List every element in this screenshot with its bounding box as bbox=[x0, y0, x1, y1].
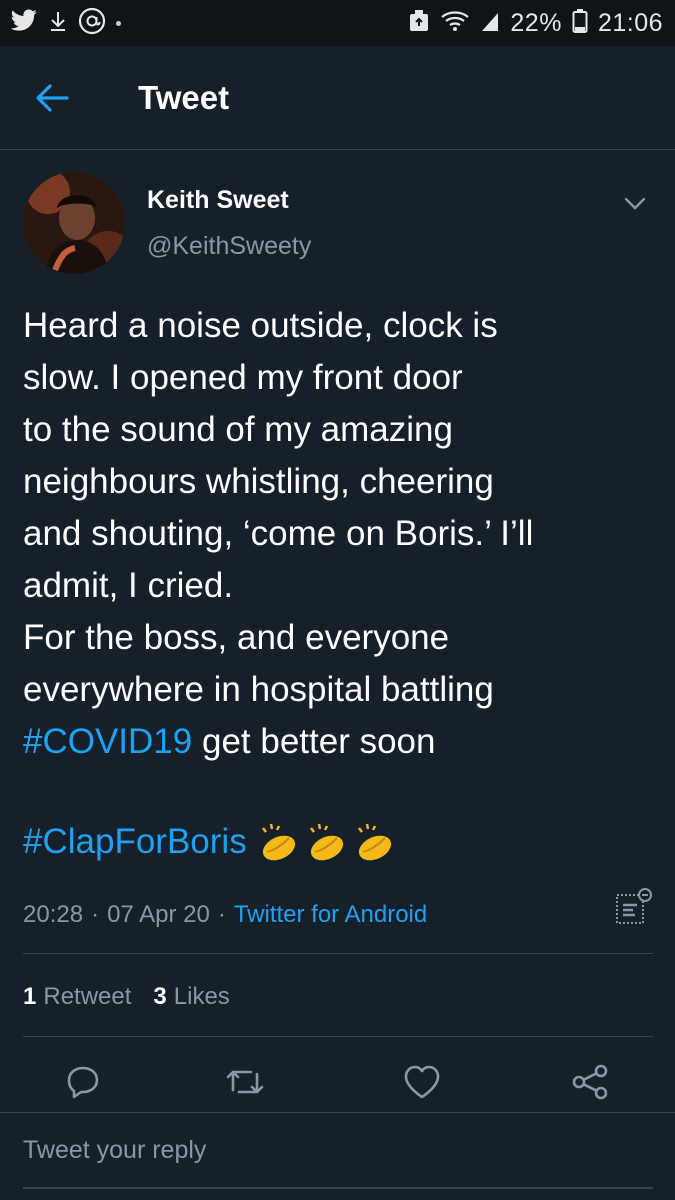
arrow-left-icon bbox=[36, 83, 69, 112]
reply-input[interactable] bbox=[23, 1113, 653, 1189]
avatar[interactable] bbox=[23, 172, 125, 274]
tweet-author: Keith Sweet @KeithSweety bbox=[23, 172, 653, 282]
clap-hashtag-line: #ClapForBoris bbox=[23, 816, 395, 868]
likes-count: 3 bbox=[153, 983, 167, 1010]
tweet-text-line: slow. I opened my front door bbox=[23, 358, 463, 397]
clapping-hands-icon bbox=[261, 823, 295, 861]
tweet-meta: 20:28 · 07 Apr 20 · Twitter for Android bbox=[23, 888, 653, 935]
tweet-text-line: For the boss, and everyone bbox=[23, 618, 450, 657]
notification-dot-icon bbox=[116, 20, 121, 26]
retweets-count: 1 bbox=[23, 983, 37, 1010]
clapping-emojis bbox=[257, 822, 395, 862]
tweet-text-line-covid: #COVID19 get better soon bbox=[23, 716, 653, 768]
battery-icon bbox=[572, 8, 588, 39]
reply-icon bbox=[67, 1066, 99, 1099]
page-title: Tweet bbox=[138, 78, 230, 116]
divider bbox=[23, 1036, 653, 1037]
recycle-icon bbox=[408, 9, 430, 38]
hashtag-covid19-link[interactable]: #COVID19 bbox=[23, 722, 192, 761]
meta-separator: · bbox=[91, 901, 100, 928]
reply-button[interactable] bbox=[63, 1062, 103, 1102]
status-bar-left bbox=[10, 7, 121, 40]
author-handle[interactable]: @KeithSweety bbox=[147, 232, 311, 261]
retweets-label: Retweet bbox=[43, 983, 132, 1010]
tweet-actions bbox=[0, 1050, 675, 1112]
retweets-stat[interactable]: 1 Retweet bbox=[23, 983, 131, 1011]
tweet-text-line: neighbours whistling, cheering bbox=[23, 462, 494, 501]
likes-label: Likes bbox=[173, 983, 230, 1010]
reply-bar bbox=[0, 1112, 675, 1200]
tweet-text-line: admit, I cried. bbox=[23, 566, 234, 605]
author-name[interactable]: Keith Sweet bbox=[147, 186, 289, 215]
tweet-source-link[interactable]: Twitter for Android bbox=[234, 901, 427, 929]
wifi-icon bbox=[440, 9, 470, 38]
at-icon bbox=[78, 7, 106, 40]
tweet-analytics-button[interactable] bbox=[613, 887, 653, 934]
twitter-icon bbox=[10, 8, 38, 38]
tweet-text: Heard a noise outside, clock is slow. I … bbox=[23, 300, 653, 768]
share-button[interactable] bbox=[570, 1062, 610, 1102]
tweet-text-suffix: get better soon bbox=[192, 722, 436, 761]
tweet-text-line: Heard a noise outside, clock is bbox=[23, 306, 498, 345]
analytics-icon bbox=[616, 888, 652, 924]
chevron-down-icon bbox=[624, 197, 646, 210]
clapping-hands-icon bbox=[309, 823, 343, 861]
back-button[interactable] bbox=[22, 68, 82, 128]
tweet-text-line: everywhere in hospital battling bbox=[23, 670, 494, 709]
clock: 21:06 bbox=[597, 8, 663, 37]
tweet-text-line: and shouting, ‘come on Boris.’ I’ll bbox=[23, 514, 534, 553]
hashtag-clapforboris-link[interactable]: #ClapForBoris bbox=[23, 822, 247, 862]
tweet-time: 20:28 bbox=[23, 901, 84, 928]
clapping-hands-icon bbox=[357, 823, 391, 861]
meta-separator: · bbox=[217, 901, 226, 928]
like-button[interactable] bbox=[402, 1062, 442, 1102]
status-bar-right: 22% 21:06 bbox=[408, 8, 663, 39]
tweet-stats: 1 Retweet 3 Likes bbox=[23, 977, 230, 1017]
tweet-date: 07 Apr 20 bbox=[107, 901, 210, 928]
divider bbox=[23, 953, 653, 954]
download-icon bbox=[48, 9, 68, 38]
signal-icon bbox=[480, 9, 500, 38]
status-bar: 22% 21:06 bbox=[0, 0, 675, 46]
likes-stat[interactable]: 3 Likes bbox=[153, 983, 229, 1011]
retweet-button[interactable] bbox=[225, 1062, 265, 1102]
tweet-text-line: to the sound of my amazing bbox=[23, 410, 453, 449]
battery-percent: 22% bbox=[510, 8, 562, 37]
retweet-icon bbox=[226, 1070, 264, 1094]
top-app-bar: Tweet bbox=[0, 46, 675, 150]
heart-icon bbox=[404, 1065, 440, 1099]
share-icon bbox=[572, 1064, 608, 1100]
tweet-menu-button[interactable] bbox=[617, 186, 653, 222]
